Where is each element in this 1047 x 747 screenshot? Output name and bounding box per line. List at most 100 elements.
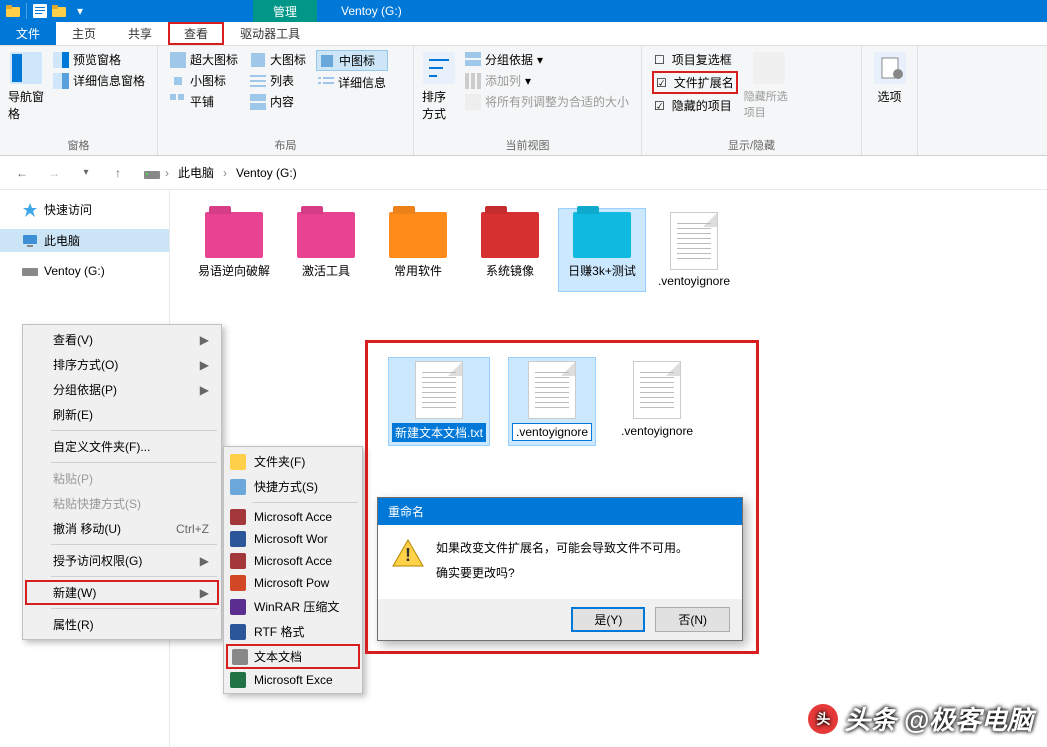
annotation-overlay: 新建文本文档.txt .ventoyignore .ventoyignore 重命名…: [365, 340, 759, 654]
layout-content[interactable]: 内容: [248, 92, 308, 111]
ctx-item[interactable]: 刷新(E): [25, 402, 219, 427]
titlebar: ▾ 管理 Ventoy (G:): [0, 0, 1047, 22]
layout-details[interactable]: 详细信息: [316, 73, 388, 92]
item-checkboxes-toggle[interactable]: 项目复选框: [652, 50, 738, 69]
ppt-icon: [230, 575, 246, 591]
rtf-icon: [230, 624, 246, 640]
add-columns-button[interactable]: 添加列 ▾: [463, 71, 631, 90]
ctx-new-item[interactable]: 文本文档: [226, 644, 360, 669]
ctx-new-item[interactable]: Microsoft Acce: [226, 506, 360, 528]
up-button[interactable]: ↑: [106, 161, 130, 185]
ctx-item[interactable]: 新建(W)▶: [25, 580, 219, 605]
dialog-title: 重命名: [378, 498, 742, 525]
ctx-new-item[interactable]: Microsoft Pow: [226, 572, 360, 594]
preview-pane-button[interactable]: 预览窗格: [51, 50, 147, 69]
options-label: 选项: [877, 88, 901, 105]
dialog-yes-button[interactable]: 是(Y): [571, 607, 645, 632]
sort-by-button[interactable]: 排序方式: [420, 48, 459, 126]
nav-pane-button[interactable]: 导航窗格: [6, 48, 47, 126]
group-by-button[interactable]: 分组依据 ▾: [463, 50, 631, 69]
ctx-new-item[interactable]: Microsoft Acce: [226, 550, 360, 572]
txt-icon: [232, 649, 248, 665]
sidebar-ventoy[interactable]: Ventoy (G:): [0, 260, 169, 282]
breadcrumb-drive[interactable]: Ventoy (G:): [232, 164, 301, 182]
ctx-item[interactable]: 撤消 移动(U)Ctrl+Z: [25, 516, 219, 541]
overlay-file-item[interactable]: 新建文本文档.txt: [388, 357, 490, 446]
layout-list[interactable]: 列表: [248, 71, 308, 90]
ctx-item[interactable]: 粘贴(P): [25, 466, 219, 491]
folder-label: 易语逆向破解: [198, 262, 270, 279]
dialog-message-2: 确实要更改吗?: [436, 564, 728, 581]
folder-item[interactable]: 易语逆向破解: [190, 208, 278, 292]
folder-icon: [481, 212, 539, 258]
forward-button[interactable]: →: [42, 161, 66, 185]
sidebar-quick-access[interactable]: 快速访问: [0, 198, 169, 221]
chevron-right-icon: ▶: [200, 586, 209, 600]
ctx-item[interactable]: 查看(V)▶: [25, 327, 219, 352]
tab-share[interactable]: 共享: [112, 22, 168, 45]
ctx-item[interactable]: 授予访问权限(G)▶: [25, 548, 219, 573]
ctx-new-item[interactable]: 快捷方式(S): [226, 474, 360, 499]
new-folder-icon[interactable]: [51, 2, 69, 20]
ctx-new-item[interactable]: RTF 格式: [226, 619, 360, 644]
properties-icon[interactable]: [31, 2, 49, 20]
group-layout-label: 布局: [164, 135, 407, 155]
ctx-item[interactable]: 属性(R): [25, 612, 219, 637]
qat-dropdown-icon[interactable]: ▾: [71, 2, 89, 20]
file-label[interactable]: 新建文本文档.txt: [392, 423, 486, 442]
recent-dropdown[interactable]: ▾: [74, 161, 98, 185]
layout-medium[interactable]: 中图标: [316, 50, 388, 71]
file-label[interactable]: .ventoyignore: [512, 423, 592, 441]
tab-drive-tools[interactable]: 驱动器工具: [224, 22, 316, 45]
file-label: .ventoyignore: [618, 423, 696, 439]
ctx-new-item[interactable]: Microsoft Wor: [226, 528, 360, 550]
ribbon: 导航窗格 预览窗格 详细信息窗格 窗格 超大图标 小图标 平铺 大图标 列表 内…: [0, 46, 1047, 156]
folder-item[interactable]: 常用软件: [374, 208, 462, 292]
ctx-new-item[interactable]: Microsoft Exce: [226, 669, 360, 691]
chevron-right-icon: ▶: [200, 383, 209, 397]
options-button[interactable]: 选项: [868, 48, 911, 109]
breadcrumb[interactable]: 此电脑 Ventoy (G:): [138, 159, 1037, 186]
file-label: .ventoyignore: [658, 274, 730, 288]
folder-icon: [573, 212, 631, 258]
layout-tiles[interactable]: 平铺: [168, 92, 240, 111]
layout-large[interactable]: 大图标: [248, 50, 308, 69]
dialog-no-button[interactable]: 否(N): [655, 607, 730, 632]
breadcrumb-this-pc[interactable]: 此电脑: [174, 162, 218, 183]
ctx-new-item[interactable]: WinRAR 压缩文: [226, 594, 360, 619]
access-icon: [230, 553, 246, 569]
folder-item[interactable]: 系统镜像: [466, 208, 554, 292]
chevron-right-icon: ▶: [200, 333, 209, 347]
layout-extra-large[interactable]: 超大图标: [168, 50, 240, 69]
ctx-new-item[interactable]: 文件夹(F): [226, 449, 360, 474]
file-ext-toggle[interactable]: 文件扩展名: [652, 71, 738, 94]
hide-selected-button[interactable]: 隐藏所选项目: [742, 48, 796, 124]
folder-item[interactable]: 激活工具: [282, 208, 370, 292]
svg-text:!: !: [405, 545, 411, 565]
ctx-item[interactable]: 粘贴快捷方式(S): [25, 491, 219, 516]
overlay-file-item[interactable]: .ventoyignore: [614, 357, 700, 446]
context-tab-manage[interactable]: 管理: [253, 0, 317, 22]
context-submenu-new: 文件夹(F)快捷方式(S) Microsoft AcceMicrosoft Wor…: [223, 446, 363, 694]
ctx-item[interactable]: 排序方式(O)▶: [25, 352, 219, 377]
ctx-item[interactable]: 分组依据(P)▶: [25, 377, 219, 402]
tab-file[interactable]: 文件: [0, 22, 56, 45]
folder-label: 系统镜像: [486, 262, 534, 279]
details-pane-button[interactable]: 详细信息窗格: [51, 71, 147, 90]
file-item[interactable]: .ventoyignore: [650, 208, 738, 292]
folder-label: 常用软件: [394, 262, 442, 279]
tab-view[interactable]: 查看: [168, 22, 224, 45]
overlay-file-item[interactable]: .ventoyignore: [508, 357, 596, 446]
chevron-right-icon: ▶: [200, 358, 209, 372]
sidebar-this-pc[interactable]: 此电脑: [0, 229, 169, 252]
ctx-item[interactable]: 自定义文件夹(F)...: [25, 434, 219, 459]
folder-item[interactable]: 日赚3k+测试: [558, 208, 646, 292]
window-title: Ventoy (G:): [341, 4, 402, 18]
size-all-columns-button[interactable]: 将所有列调整为合适的大小: [463, 92, 631, 111]
hide-selected-label: 隐藏所选项目: [744, 88, 794, 120]
rar-icon: [230, 599, 246, 615]
hidden-items-toggle[interactable]: 隐藏的项目: [652, 96, 738, 115]
tab-home[interactable]: 主页: [56, 22, 112, 45]
back-button[interactable]: ←: [10, 161, 34, 185]
layout-small[interactable]: 小图标: [168, 71, 240, 90]
